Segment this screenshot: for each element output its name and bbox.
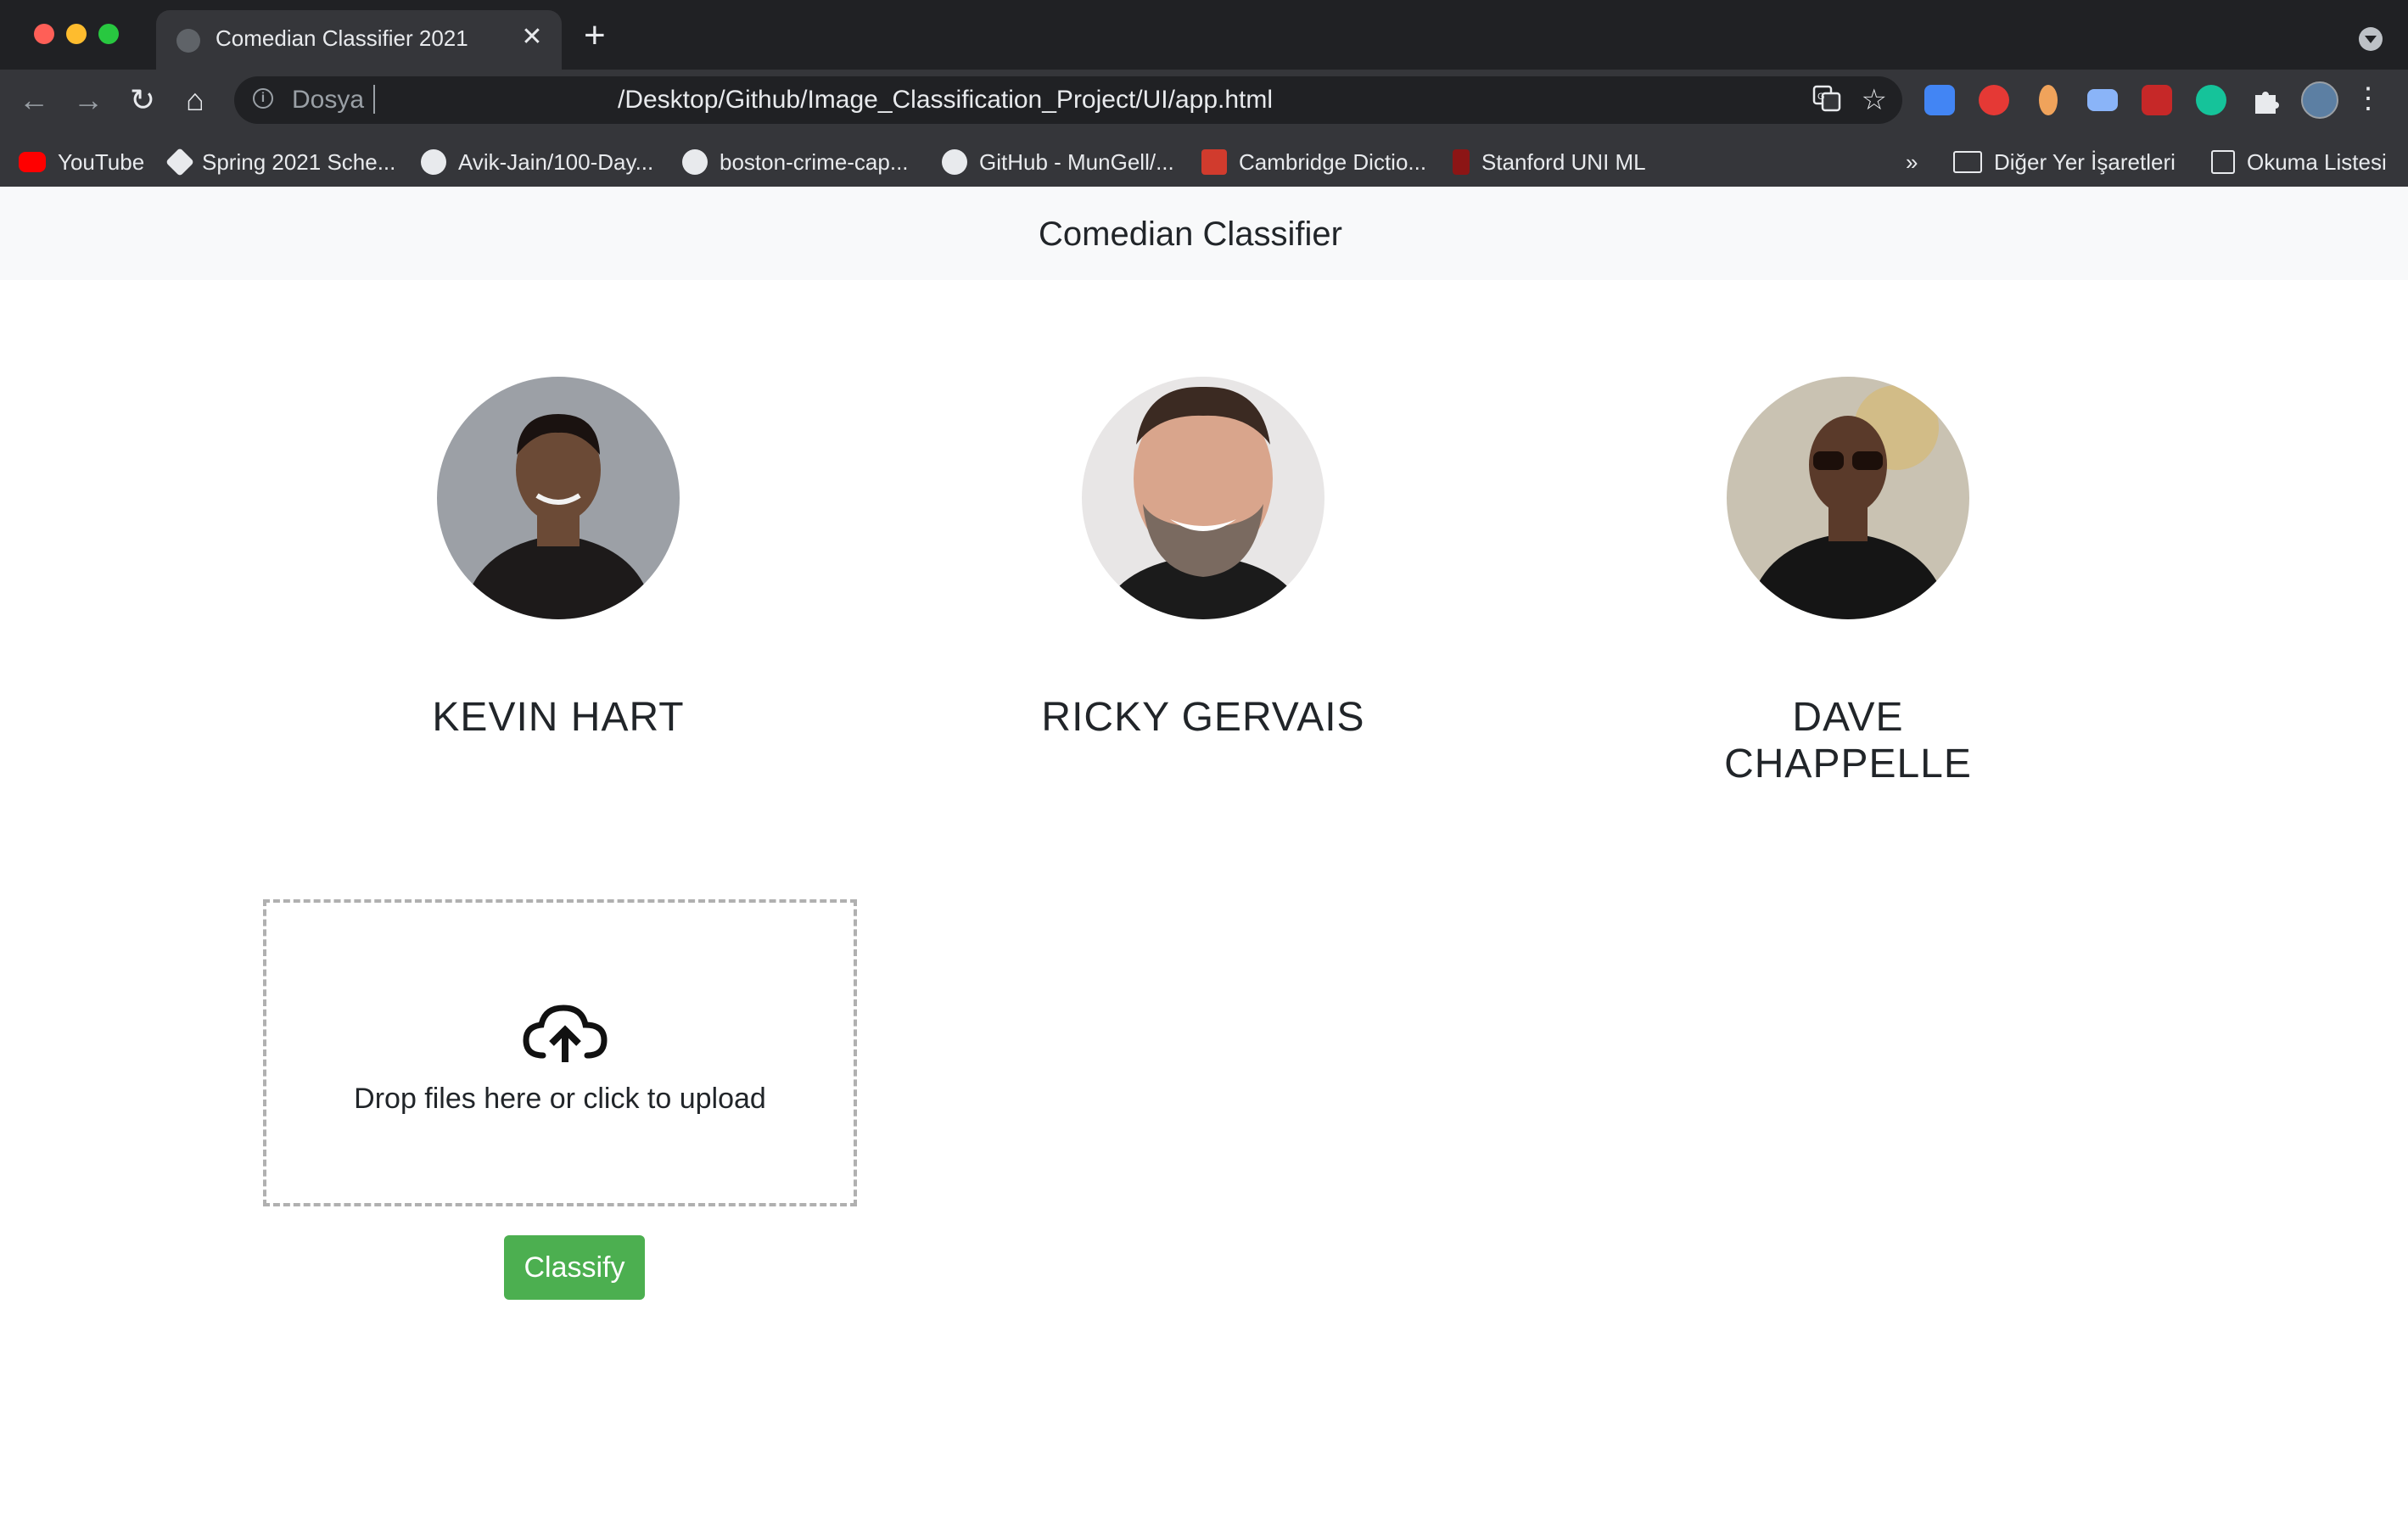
bookmark-label: Okuma Listesi [2247,148,2387,175]
comedian-card: DAVE CHAPPELLE [1670,377,2026,787]
bookmark-mungell[interactable]: GitHub - MunGell/... [942,146,1174,178]
maximize-window-button[interactable] [98,24,119,44]
github-icon [682,149,708,175]
bookmark-label: boston-crime-cap... [720,148,909,175]
reload-icon[interactable]: ↻ [124,81,161,119]
extensions-puzzle-icon[interactable] [2250,85,2281,115]
screenshot-extension-icon[interactable] [2087,89,2118,111]
bookmark-label: Stanford UNI ML [1481,148,1646,175]
globe-icon [176,29,200,53]
bookmark-spring-schedule[interactable]: Spring 2021 Sche... [165,146,396,178]
google-translate-extension-icon[interactable] [1924,85,1955,115]
comedian-photo [1727,377,1969,619]
address-url[interactable]: /Desktop/Github/Image_Classification_Pro… [618,86,1273,115]
address-scheme: Dosya [292,86,365,114]
reading-list-icon [2211,150,2235,174]
comedian-card: RICKY GERVAIS [1025,377,1381,741]
youtube-icon [19,152,46,172]
bookmark-other[interactable]: Diğer Yer İşaretleri [1953,146,2176,178]
bookmark-youtube[interactable]: YouTube [19,146,144,178]
ricky-gervais-portrait [1082,377,1324,619]
stanford-icon [1453,149,1470,175]
bookmarks-bar: YouTube Spring 2021 Sche... Avik-Jain/10… [0,136,2408,187]
adblock-extension-icon[interactable] [1979,85,2009,115]
canvas-icon [165,148,194,176]
app-brand[interactable]: Comedian Classifier [0,215,2381,254]
bookmark-avik-jain[interactable]: Avik-Jain/100-Day... [421,146,653,178]
bookmark-label: GitHub - MunGell/... [979,148,1174,175]
tab-search-icon[interactable] [2359,27,2383,51]
bookmark-star-icon[interactable]: ☆ [1862,83,1887,117]
browser-chrome: Comedian Classifier 2021 ✕ + ← → ↻ ⌂ i D… [0,0,2408,187]
bookmark-label: Cambridge Dictio... [1239,148,1427,175]
comedian-name: DAVE CHAPPELLE [1724,695,1972,786]
comedian-photo [1082,377,1324,619]
github-icon [942,149,967,175]
translate-icon[interactable]: G [1812,83,1841,120]
active-tab[interactable]: Comedian Classifier 2021 ✕ [156,10,562,71]
cambridge-icon [1201,149,1227,175]
app-navbar: Comedian Classifier [0,187,2408,280]
github-icon [421,149,446,175]
dave-chappelle-portrait [1727,377,1969,619]
grammarly-extension-icon[interactable] [2196,85,2226,115]
classify-button[interactable]: Classify [504,1235,645,1300]
address-bar[interactable]: i Dosya /Desktop/Github/Image_Classifica… [234,76,1902,124]
portrait-sunglasses [1852,451,1883,470]
cloud-upload-icon [523,1003,608,1064]
upload-instructions: Drop files here or click to upload [354,1083,766,1115]
new-tab-button[interactable]: + [584,17,606,54]
pdf-extension-icon[interactable] [2142,85,2172,115]
comedian-card: KEVIN HART [380,377,736,741]
bookmark-stanford[interactable]: Stanford UNI ML [1453,146,1646,178]
tab-strip: Comedian Classifier 2021 ✕ + [0,0,2408,71]
folder-icon [1953,151,1982,173]
bookmarks-overflow-button[interactable]: » [1906,146,1918,178]
file-dropzone[interactable]: Drop files here or click to upload [263,899,857,1206]
bookmark-label: Spring 2021 Sche... [202,148,396,175]
info-icon[interactable]: i [253,88,273,109]
forward-icon[interactable]: → [70,81,107,119]
honey-extension-icon[interactable] [2039,85,2058,115]
minimize-window-button[interactable] [66,24,87,44]
bookmark-cambridge[interactable]: Cambridge Dictio... [1201,146,1426,178]
comedian-name: KEVIN HART [432,695,685,740]
kevin-hart-portrait [437,377,680,619]
profile-avatar[interactable] [2301,81,2338,119]
reading-list-button[interactable]: Okuma Listesi [2211,146,2387,178]
svg-text:G: G [1817,92,1825,102]
back-icon[interactable]: ← [15,81,53,119]
tab-title: Comedian Classifier 2021 [216,25,468,51]
tab-close-icon[interactable]: ✕ [519,22,545,52]
bookmark-label: Avik-Jain/100-Day... [458,148,654,175]
bookmark-label: YouTube [58,148,145,175]
bookmark-boston-crime[interactable]: boston-crime-cap... [682,146,909,178]
home-icon[interactable]: ⌂ [176,81,214,119]
comedian-photo [437,377,680,619]
bookmark-label: Diğer Yer İşaretleri [1994,148,2176,175]
address-separator [373,85,375,114]
browser-menu-icon[interactable]: ⋮ [2354,81,2383,115]
comedian-name: RICKY GERVAIS [1041,695,1365,740]
close-window-button[interactable] [34,24,54,44]
portrait-sunglasses [1813,451,1844,470]
